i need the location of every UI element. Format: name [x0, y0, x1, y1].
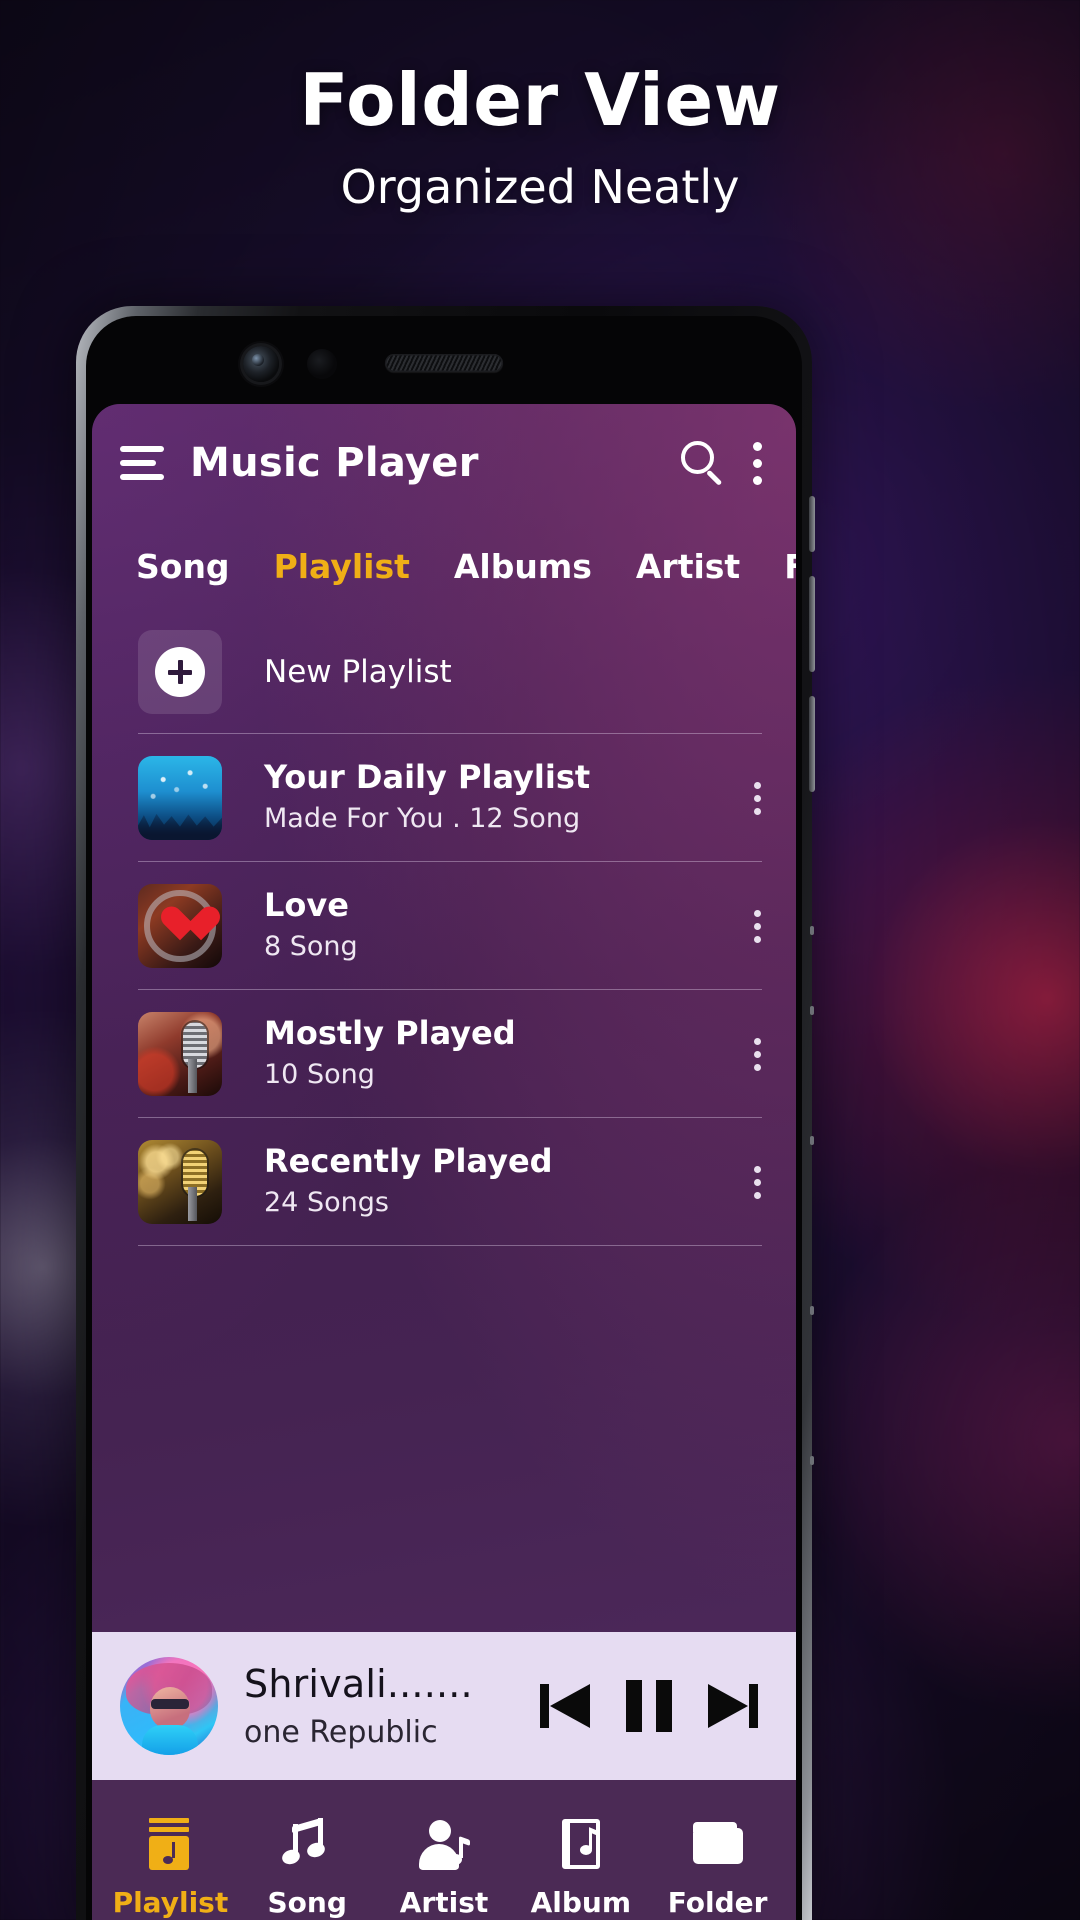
- plus-circle-icon: [138, 630, 222, 714]
- skip-next-icon[interactable]: [706, 1680, 758, 1732]
- playlist-title: Love: [264, 886, 349, 925]
- nav-label-playlist: Playlist: [112, 1885, 229, 1919]
- album-icon: [552, 1816, 610, 1874]
- red-microphone-thumbnail: [138, 1012, 222, 1096]
- phone-side-dot: [810, 1006, 814, 1015]
- nav-label-album: Album: [530, 1885, 631, 1919]
- nav-label-folder: Folder: [667, 1885, 768, 1919]
- more-vertical-icon[interactable]: [752, 441, 762, 485]
- app-screen: Music Player Song Playlist Albums Artist…: [92, 404, 796, 1920]
- gold-microphone-thumbnail: [138, 1140, 222, 1224]
- playlist-title: Mostly Played: [264, 1014, 516, 1053]
- hamburger-menu-icon[interactable]: [120, 446, 164, 480]
- promo-subheadline: Organized Neatly: [340, 160, 740, 214]
- nav-item-playlist[interactable]: Playlist: [102, 1816, 239, 1919]
- earpiece-speaker-icon: [385, 354, 503, 372]
- phone-body: Music Player Song Playlist Albums Artist…: [86, 316, 802, 1920]
- row-overflow-icon[interactable]: [752, 781, 762, 815]
- row-overflow-icon[interactable]: [752, 1037, 762, 1071]
- playlist-subtitle: 8 Song: [264, 931, 358, 963]
- app-title: Music Player: [190, 440, 479, 486]
- skip-previous-icon[interactable]: [540, 1680, 592, 1732]
- tab-playlist[interactable]: Playlist: [252, 547, 432, 586]
- playlist-title: Your Daily Playlist: [264, 758, 591, 797]
- playlist-row-recently-played[interactable]: Recently Played 24 Songs: [92, 1118, 796, 1246]
- playlist-row-love[interactable]: Love 8 Song: [92, 862, 796, 990]
- phone-top-bezel: [86, 316, 802, 404]
- nav-item-artist[interactable]: Artist: [376, 1816, 513, 1919]
- mini-player-text: Shrivali....... one Republic: [218, 1662, 540, 1751]
- artist-icon: [415, 1816, 473, 1874]
- playlist-subtitle: Made For You . 12 Song: [264, 803, 581, 835]
- music-note-icon: [278, 1816, 336, 1874]
- folder-icon: [689, 1816, 747, 1874]
- phone-side-button-power: [809, 696, 815, 792]
- album-art-avatar: [120, 1657, 218, 1755]
- tab-artist[interactable]: Artist: [614, 547, 762, 586]
- search-icon[interactable]: [680, 440, 726, 486]
- row-overflow-icon[interactable]: [752, 1165, 762, 1199]
- phone-side-dot: [810, 1306, 814, 1315]
- tab-song[interactable]: Song: [114, 547, 252, 586]
- nav-item-song[interactable]: Song: [239, 1816, 376, 1919]
- playlist-title: Recently Played: [264, 1142, 553, 1181]
- category-tabs: Song Playlist Albums Artist Folder: [92, 522, 796, 610]
- playlist-row-mostly-played[interactable]: Mostly Played 10 Song: [92, 990, 796, 1118]
- phone-side-button-volume-down: [809, 576, 815, 672]
- concert-crowd-thumbnail: [138, 756, 222, 840]
- now-playing-title: Shrivali.......: [244, 1661, 473, 1706]
- playlist-subtitle: 24 Songs: [264, 1187, 389, 1219]
- mini-player[interactable]: Shrivali....... one Republic: [92, 1632, 796, 1780]
- playlist-list: New Playlist Your Daily Playlist Made Fo…: [92, 610, 796, 1246]
- proximity-sensor-icon: [307, 349, 337, 379]
- new-playlist-row[interactable]: New Playlist: [92, 610, 796, 734]
- front-camera-icon: [243, 346, 279, 382]
- playlist-icon: [141, 1816, 199, 1874]
- row-overflow-icon[interactable]: [752, 909, 762, 943]
- playlist-row-your-daily-playlist[interactable]: Your Daily Playlist Made For You . 12 So…: [92, 734, 796, 862]
- now-playing-artist: one Republic: [244, 1715, 438, 1751]
- playback-controls: [540, 1680, 762, 1732]
- phone-side-button-volume-up: [809, 496, 815, 552]
- heart-headphones-thumbnail: [138, 884, 222, 968]
- phone-side-dot: [810, 926, 814, 935]
- phone-mockup: Music Player Song Playlist Albums Artist…: [76, 306, 815, 1920]
- row-divider: [138, 1244, 762, 1246]
- nav-label-artist: Artist: [399, 1885, 489, 1919]
- promo-headline: Folder View: [299, 58, 781, 142]
- playlist-subtitle: 10 Song: [264, 1059, 375, 1091]
- nav-item-album[interactable]: Album: [512, 1816, 649, 1919]
- phone-side-dot: [810, 1456, 814, 1465]
- tab-albums[interactable]: Albums: [432, 547, 614, 586]
- pause-icon[interactable]: [626, 1680, 672, 1732]
- phone-side-dot: [810, 1136, 814, 1145]
- nav-item-folder[interactable]: Folder: [649, 1816, 786, 1919]
- tab-folder[interactable]: Folder: [762, 547, 796, 586]
- new-playlist-label: New Playlist: [264, 654, 452, 690]
- nav-label-song: Song: [267, 1885, 347, 1919]
- bottom-navigation: Playlist Song Artist Album Folder: [92, 1780, 796, 1920]
- app-bar: Music Player: [92, 404, 796, 522]
